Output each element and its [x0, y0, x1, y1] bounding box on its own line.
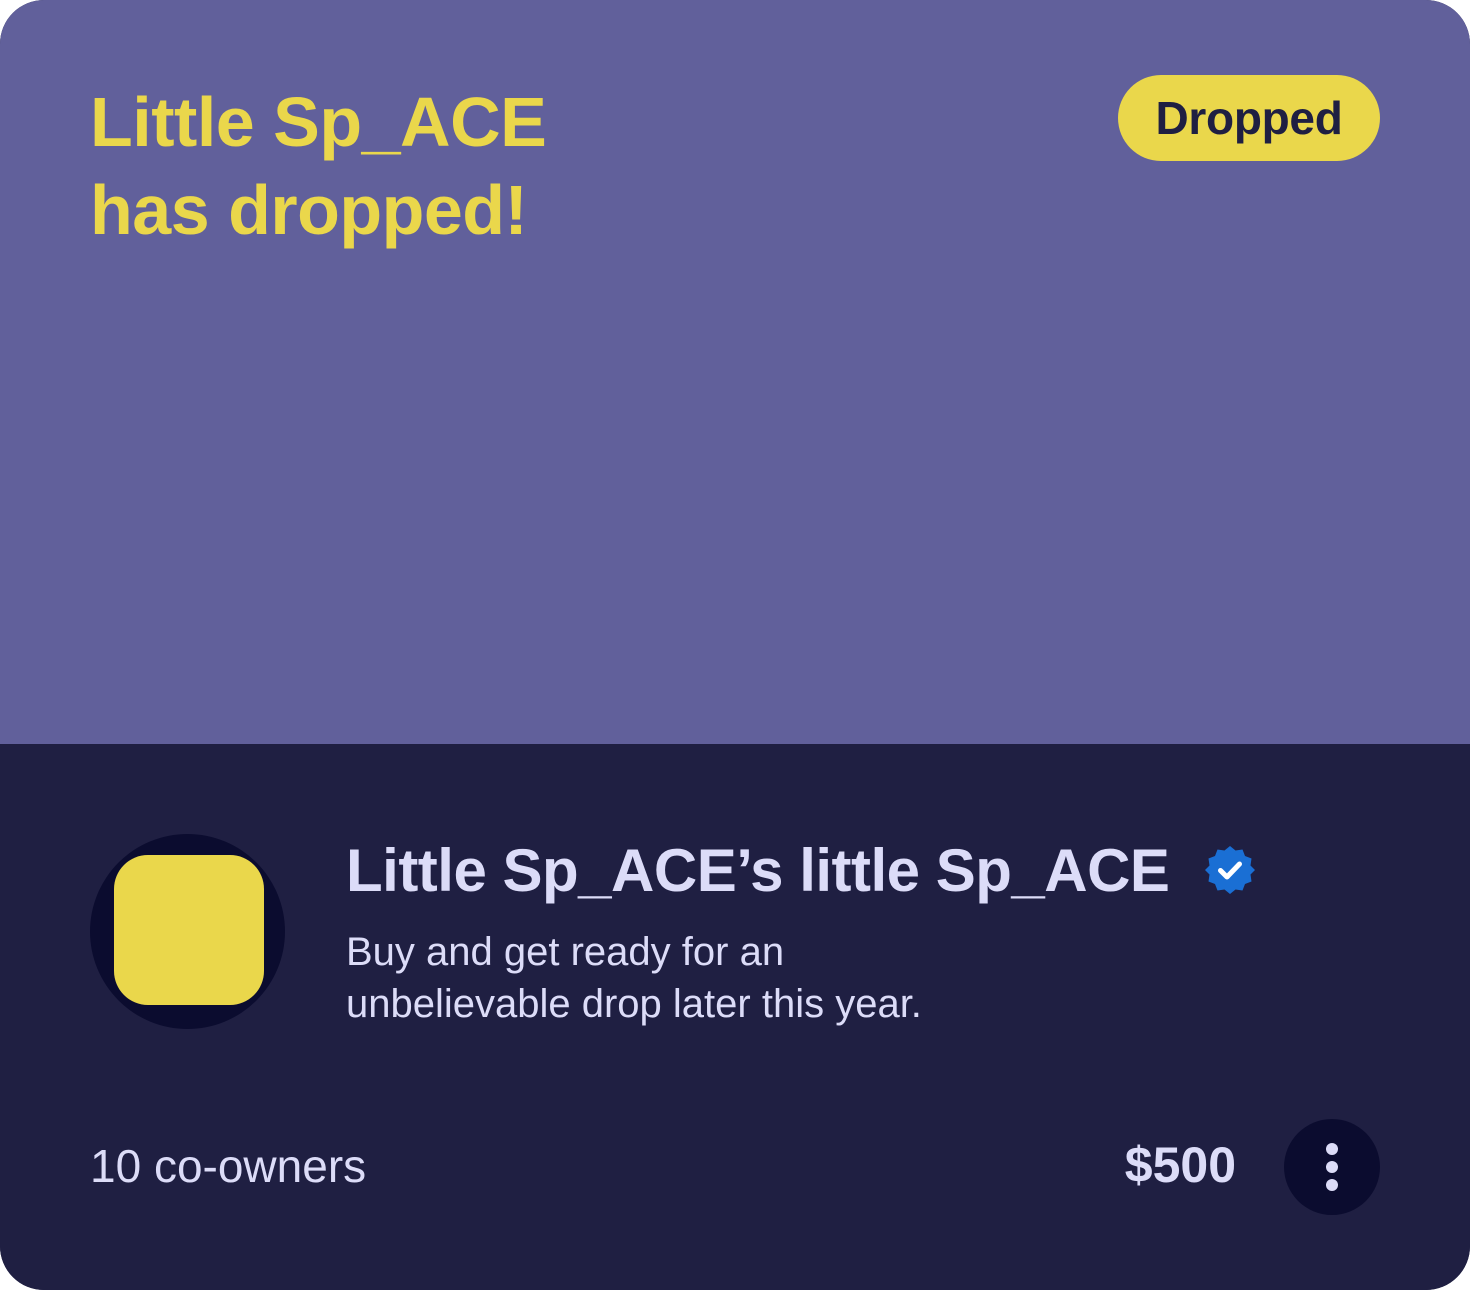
collection-avatar: [90, 834, 285, 1029]
hero-title: Little Sp_ACE has dropped!: [90, 78, 547, 254]
drop-card[interactable]: Little Sp_ACE has dropped! Dropped Littl…: [0, 0, 1470, 1290]
verified-badge-icon: [1204, 844, 1256, 896]
description-line-2: unbelievable drop later this year.: [346, 982, 922, 1026]
avatar-image: [114, 855, 264, 1005]
hero-title-line-1: Little Sp_ACE: [90, 83, 547, 161]
hero-banner: Little Sp_ACE has dropped! Dropped: [0, 0, 1470, 744]
description-line-1: Buy and get ready for an: [346, 930, 785, 974]
collection-description: Buy and get ready for an unbelievable dr…: [346, 926, 1046, 1030]
more-options-button[interactable]: [1284, 1119, 1380, 1215]
more-vertical-icon: [1326, 1143, 1338, 1191]
collection-name[interactable]: Little Sp_ACE’s little Sp_ACE: [346, 836, 1170, 906]
price: $500: [1124, 1137, 1236, 1193]
co-owners-count: 10 co-owners: [90, 1140, 367, 1192]
status-badge: Dropped: [1118, 75, 1380, 161]
hero-title-line-2: has dropped!: [90, 171, 528, 249]
